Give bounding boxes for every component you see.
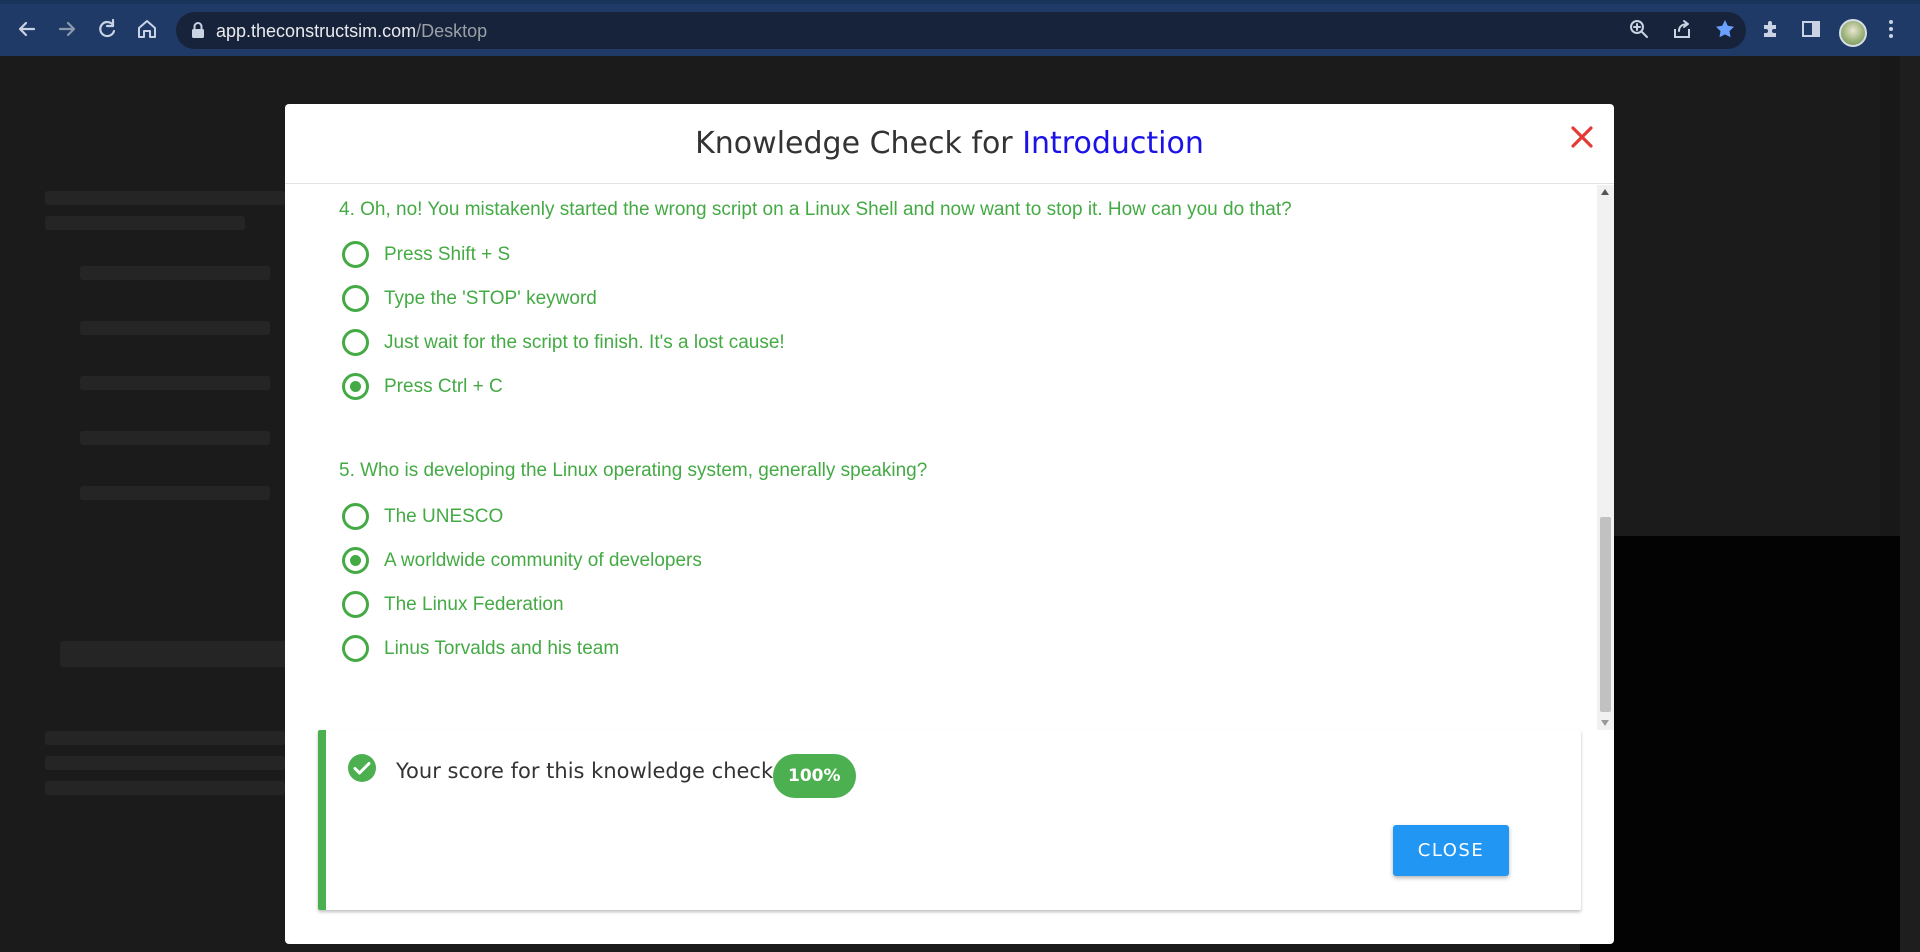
score-label: Your score for this knowledge check: bbox=[396, 759, 781, 783]
scroll-down-arrow-icon[interactable] bbox=[1601, 720, 1609, 726]
scrollbar-thumb[interactable] bbox=[1600, 517, 1611, 712]
radio-button-selected[interactable] bbox=[342, 547, 369, 574]
radio-button[interactable] bbox=[342, 635, 369, 662]
browser-toolbar: app.theconstructsim.com/Desktop bbox=[0, 0, 1920, 56]
score-result-card: Your score for this knowledge check: 100… bbox=[318, 730, 1581, 910]
option-label: Type the 'STOP' keyword bbox=[384, 288, 597, 309]
question-4-text: 4. Oh, no! You mistakenly started the wr… bbox=[339, 199, 1292, 220]
close-button[interactable]: CLOSE bbox=[1393, 825, 1509, 876]
address-bar[interactable]: app.theconstructsim.com/Desktop bbox=[176, 12, 1746, 49]
url-text: app.theconstructsim.com/Desktop bbox=[216, 21, 488, 41]
side-panel-icon[interactable] bbox=[1800, 18, 1822, 44]
kebab-menu-icon[interactable] bbox=[1885, 18, 1897, 44]
radio-button[interactable] bbox=[342, 285, 369, 312]
radio-button[interactable] bbox=[342, 329, 369, 356]
share-icon[interactable] bbox=[1669, 18, 1695, 44]
bookmark-star-icon[interactable] bbox=[1712, 18, 1738, 44]
radio-button[interactable] bbox=[342, 503, 369, 530]
radio-button[interactable] bbox=[342, 591, 369, 618]
back-arrow-icon[interactable] bbox=[12, 14, 42, 44]
reload-icon[interactable] bbox=[92, 14, 122, 44]
profile-avatar[interactable] bbox=[1839, 19, 1867, 47]
zoom-icon[interactable] bbox=[1626, 18, 1652, 44]
forward-arrow-icon[interactable] bbox=[52, 14, 82, 44]
modal-scrollbar[interactable] bbox=[1597, 185, 1614, 730]
lock-icon[interactable] bbox=[190, 21, 206, 39]
modal-body: 4. Oh, no! You mistakenly started the wr… bbox=[285, 185, 1597, 730]
scroll-up-arrow-icon[interactable] bbox=[1601, 189, 1609, 195]
option-label: The Linux Federation bbox=[384, 594, 564, 615]
option-label: The UNESCO bbox=[384, 506, 504, 527]
home-icon[interactable] bbox=[132, 14, 162, 44]
modal-title: Knowledge Check for Introduction bbox=[695, 126, 1204, 161]
extensions-puzzle-icon[interactable] bbox=[1760, 18, 1782, 44]
option-label: Just wait for the script to finish. It's… bbox=[384, 332, 785, 353]
option-label: Press Ctrl + C bbox=[384, 376, 503, 397]
check-circle-icon bbox=[348, 754, 376, 782]
score-badge: 100% bbox=[773, 754, 856, 798]
radio-button[interactable] bbox=[342, 241, 369, 268]
close-x-icon[interactable] bbox=[1565, 120, 1599, 154]
option-label: Press Shift + S bbox=[384, 244, 511, 265]
modal-header: Knowledge Check for Introduction bbox=[285, 104, 1614, 184]
question-5-text: 5. Who is developing the Linux operating… bbox=[339, 460, 928, 481]
option-label: Linus Torvalds and his team bbox=[384, 638, 620, 659]
knowledge-check-modal: Knowledge Check for Introduction 4. Oh, … bbox=[285, 104, 1614, 944]
option-label: A worldwide community of developers bbox=[384, 550, 702, 571]
radio-button-selected[interactable] bbox=[342, 373, 369, 400]
